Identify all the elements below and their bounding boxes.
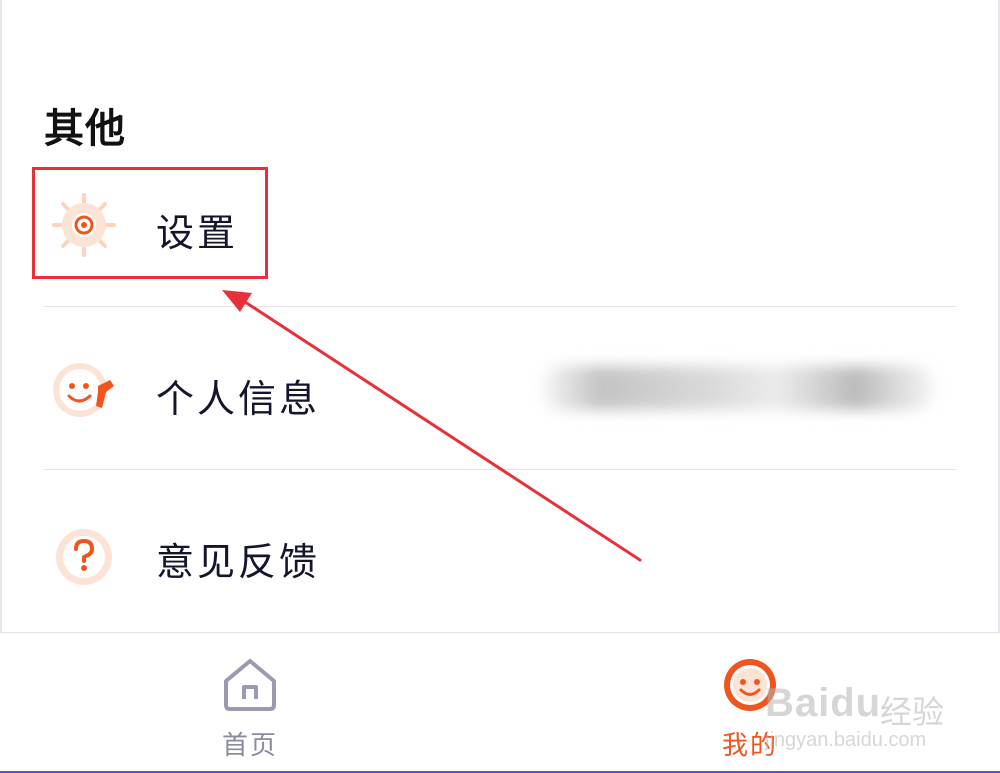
mine-screen: 其他 设置 个人信息 意见反馈 首页 我的 Baidu 经验 jingyan.b… xyxy=(0,0,1000,773)
bottom-tab-bar: 首页 我的 Baidu 经验 jingyan.baidu.com xyxy=(0,632,1000,772)
tab-home[interactable]: 首页 xyxy=(170,633,330,772)
watermark-url: jingyan.baidu.com xyxy=(765,729,927,751)
tab-home-label: 首页 xyxy=(221,731,278,761)
watermark-logo: Baidu xyxy=(765,681,882,725)
watermark: Baidu 经验 jingyan.baidu.com xyxy=(765,661,965,761)
home-icon xyxy=(224,659,276,711)
watermark-cn: 经验 xyxy=(880,694,945,730)
